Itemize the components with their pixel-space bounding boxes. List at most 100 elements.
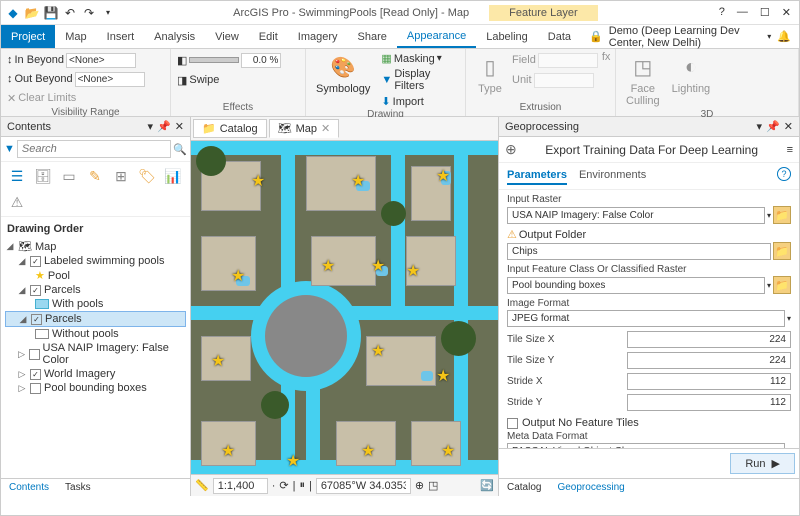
tab-analysis[interactable]: Analysis <box>144 25 205 48</box>
checkbox[interactable]: ✓ <box>30 256 41 267</box>
toc-pool[interactable]: ★Pool <box>5 268 186 283</box>
tab-edit[interactable]: Edit <box>249 25 288 48</box>
tab-data[interactable]: Data <box>538 25 581 48</box>
tab-catalog-view[interactable]: 📁Catalog <box>193 119 267 138</box>
tab-catalog-bottom[interactable]: Catalog <box>499 479 549 496</box>
list-by-selection-icon[interactable]: ▭ <box>59 166 79 186</box>
tile-x-field[interactable] <box>627 331 791 348</box>
search-icon[interactable]: 🔍 <box>173 143 187 156</box>
chevron-down-icon[interactable]: ▾ <box>767 32 771 41</box>
run-button[interactable]: Run▶ <box>730 453 795 474</box>
checkbox[interactable]: ✓ <box>30 285 41 296</box>
list-by-snapping-icon[interactable]: ⊞ <box>111 166 131 186</box>
help-icon[interactable]: ? <box>777 167 791 181</box>
open-icon[interactable]: 📂 <box>24 5 40 21</box>
tab-map-view[interactable]: 🗺Map✕ <box>269 119 340 138</box>
feature-class-field[interactable] <box>507 277 765 294</box>
browse-icon[interactable]: 📁 <box>773 276 791 294</box>
tab-appearance[interactable]: Appearance <box>397 25 476 48</box>
constraints-icon[interactable]: ⊕ <box>415 479 424 492</box>
minimize-icon[interactable]: — <box>737 6 748 19</box>
undo-icon[interactable]: ↶ <box>62 5 78 21</box>
no-feature-checkbox[interactable] <box>507 418 518 429</box>
pin-icon[interactable]: 📌 <box>157 120 171 133</box>
image-format-field[interactable] <box>507 310 785 327</box>
tab-map[interactable]: Map <box>55 25 96 48</box>
list-by-error-icon[interactable]: ⚠ <box>7 192 27 212</box>
browse-icon[interactable]: 📁 <box>773 242 791 260</box>
toc-bbox[interactable]: ▷Pool bounding boxes <box>5 381 186 395</box>
stride-x-field[interactable] <box>627 373 791 390</box>
toc-with-pools[interactable]: With pools <box>5 297 186 311</box>
type-button[interactable]: ▯Type <box>472 51 508 97</box>
transparency-input[interactable] <box>241 53 281 68</box>
checkbox[interactable] <box>29 349 39 360</box>
browse-icon[interactable]: 📁 <box>773 206 791 224</box>
stride-y-field[interactable] <box>627 394 791 411</box>
redo-icon[interactable]: ↷ <box>81 5 97 21</box>
tab-labeling[interactable]: Labeling <box>476 25 538 48</box>
tab-imagery[interactable]: Imagery <box>288 25 348 48</box>
toc-labeled-pools[interactable]: ◢✓Labeled swimming pools <box>5 254 186 268</box>
in-beyond-input[interactable] <box>66 53 136 68</box>
tab-insert[interactable]: Insert <box>97 25 145 48</box>
search-input[interactable] <box>17 140 171 158</box>
tab-project[interactable]: Project <box>1 25 55 48</box>
dropdown-icon[interactable]: ▾ <box>757 120 763 133</box>
tab-view[interactable]: View <box>205 25 249 48</box>
snap-icon[interactable]: ◳ <box>428 479 438 492</box>
toc-world[interactable]: ▷✓World Imagery <box>5 367 186 381</box>
symbology-button[interactable]: 🎨Symbology <box>312 51 374 97</box>
display-filters-button[interactable]: ▼Display Filters <box>378 67 459 93</box>
output-folder-field[interactable] <box>507 243 771 260</box>
tab-gp-bottom[interactable]: Geoprocessing <box>549 479 632 496</box>
close-tab-icon[interactable]: ✕ <box>321 122 330 135</box>
coords-input[interactable] <box>316 478 411 494</box>
list-by-labeling-icon[interactable]: 🏷 <box>137 166 157 186</box>
toc-naip[interactable]: ▷USA NAIP Imagery: False Color <box>5 341 186 367</box>
dropdown-icon[interactable]: ▾ <box>148 120 154 133</box>
scale-input[interactable] <box>213 478 268 494</box>
refresh-icon[interactable]: 🔄 <box>480 479 494 492</box>
toc-without-pools[interactable]: Without pools <box>5 327 186 341</box>
transparency-slider[interactable] <box>189 57 239 63</box>
tab-parameters[interactable]: Parameters <box>507 167 567 185</box>
list-by-editing-icon[interactable]: ✎ <box>85 166 105 186</box>
checkbox[interactable]: ✓ <box>30 369 41 380</box>
masking-button[interactable]: ▦Masking ▾ <box>378 51 459 66</box>
user-label[interactable]: Demo (Deep Learning Dev Center, New Delh… <box>609 25 762 49</box>
tab-contents[interactable]: Contents <box>1 479 57 496</box>
notification-icon[interactable]: 🔔 <box>777 30 791 43</box>
list-by-source-icon[interactable]: 🗄 <box>33 166 53 186</box>
out-beyond-input[interactable] <box>75 72 145 87</box>
close-panel-icon[interactable]: ✕ <box>175 120 184 133</box>
pin-icon[interactable]: 📌 <box>766 120 780 133</box>
checkbox[interactable] <box>30 383 41 394</box>
input-raster-field[interactable] <box>507 207 765 224</box>
scale-icon[interactable]: 📏 <box>195 479 209 492</box>
toc-map[interactable]: ◢🗺Map <box>5 239 186 254</box>
toc-parcels-group[interactable]: ◢✓Parcels <box>5 283 186 297</box>
help-icon[interactable]: ? <box>719 6 725 19</box>
save-icon[interactable]: 💾 <box>43 5 59 21</box>
qat-dropdown-icon[interactable]: ▾ <box>100 5 116 21</box>
tab-environments[interactable]: Environments <box>579 167 646 185</box>
clear-limits-label[interactable]: Clear Limits <box>18 92 76 104</box>
list-by-chart-icon[interactable]: 📊 <box>163 166 183 186</box>
swipe-label[interactable]: Swipe <box>189 74 219 86</box>
close-panel-icon[interactable]: ✕ <box>784 120 793 133</box>
tile-y-field[interactable] <box>627 352 791 369</box>
pause-icon[interactable]: ⏸ <box>299 479 305 492</box>
tab-share[interactable]: Share <box>348 25 397 48</box>
maximize-icon[interactable]: ☐ <box>760 6 770 19</box>
rotation-icon[interactable]: ⟳ <box>279 479 288 492</box>
toc-parcels[interactable]: ◢✓Parcels <box>5 311 186 327</box>
map-view[interactable]: ★ ★ ★ ★ ★ ★ ★ ★ ★ ★ ★ ★ ★ ★ <box>191 141 498 474</box>
menu-icon[interactable]: ≡ <box>787 144 793 156</box>
list-by-drawing-icon[interactable]: ☰ <box>7 166 27 186</box>
import-button[interactable]: ⬇Import <box>378 94 459 109</box>
back-icon[interactable]: ⊕ <box>505 141 517 158</box>
tab-tasks[interactable]: Tasks <box>57 479 99 496</box>
checkbox[interactable]: ✓ <box>31 314 42 325</box>
close-icon[interactable]: ✕ <box>782 6 791 19</box>
